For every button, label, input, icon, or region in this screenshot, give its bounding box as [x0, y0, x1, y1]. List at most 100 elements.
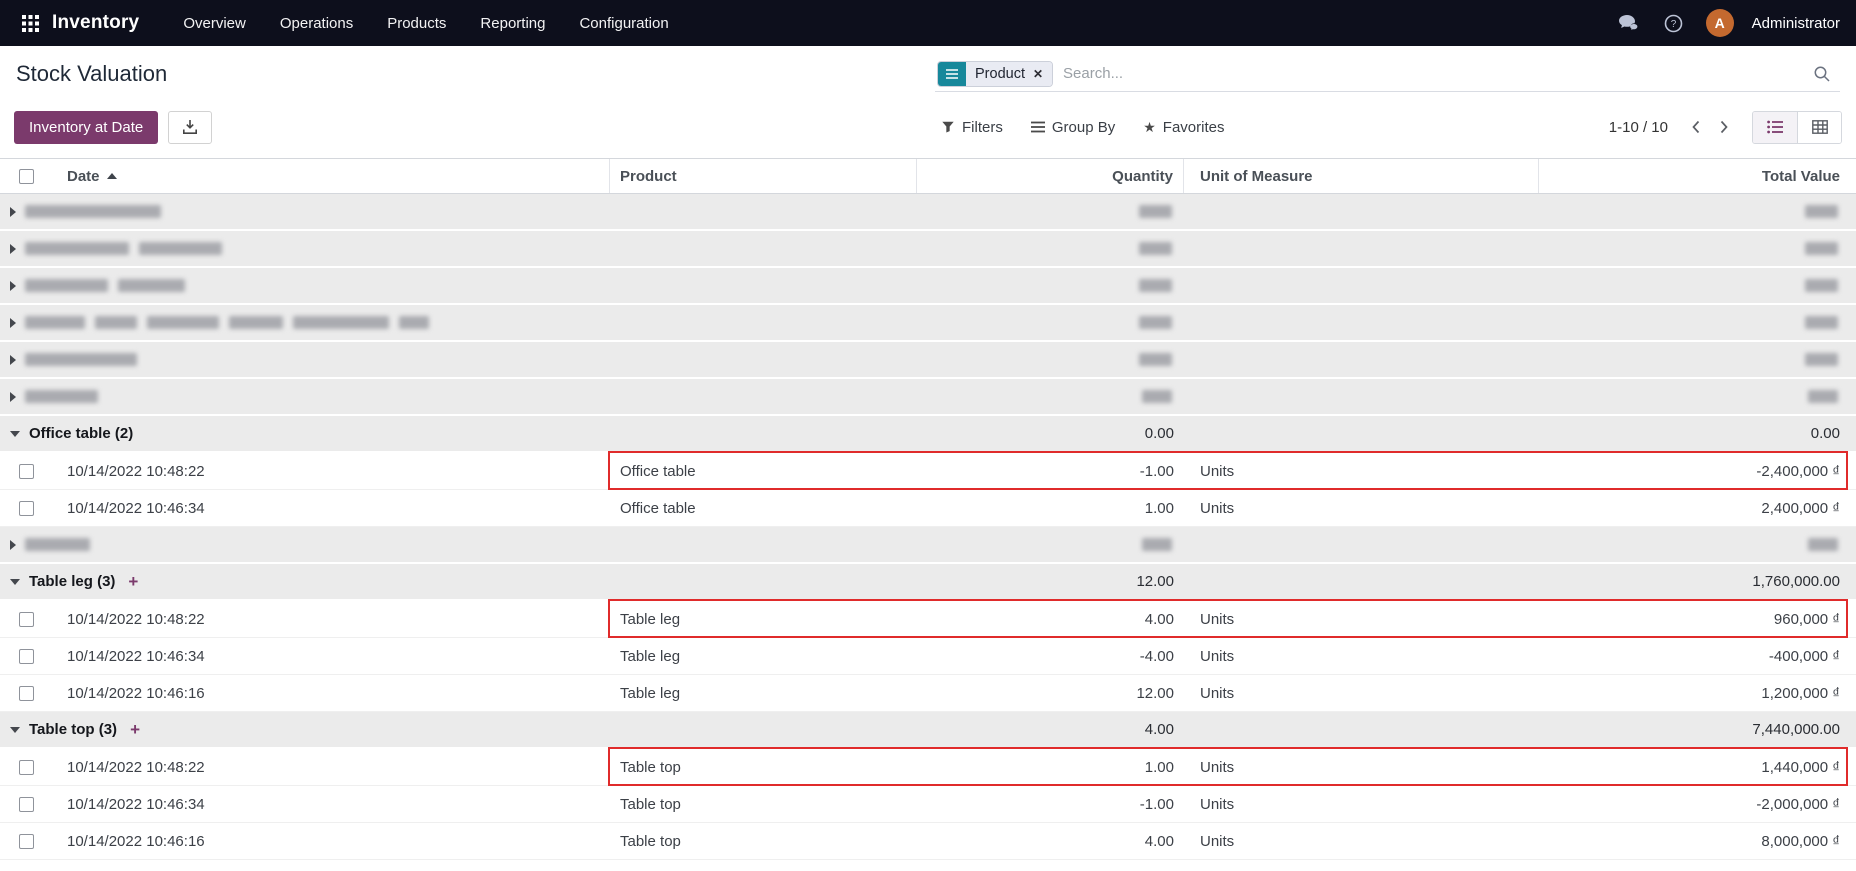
cell-total: -400,000 ₫ — [1539, 648, 1856, 665]
expand-caret-icon[interactable] — [10, 281, 16, 291]
favorites-label: Favorites — [1163, 119, 1225, 136]
row-checkbox-cell — [0, 649, 52, 664]
pager-previous-button[interactable] — [1682, 113, 1710, 141]
cell-quantity: -1.00 — [917, 463, 1184, 480]
add-record-button[interactable]: + — [128, 573, 138, 590]
redacted-group-row[interactable] — [0, 527, 1856, 564]
group-label: Office table (2) — [29, 425, 133, 442]
column-header-date[interactable]: Date — [52, 159, 610, 193]
favorites-button[interactable]: ★ Favorites — [1143, 119, 1224, 136]
cell-uom: Units — [1184, 611, 1539, 628]
menu-reporting[interactable]: Reporting — [480, 15, 545, 32]
expand-caret-icon[interactable] — [10, 318, 16, 328]
app-title[interactable]: Inventory — [52, 12, 139, 34]
cell-date: 10/14/2022 10:48:22 — [52, 611, 610, 628]
messages-button[interactable] — [1614, 9, 1642, 37]
table-row[interactable]: 10/14/2022 10:48:22 Office table -1.00 U… — [0, 453, 1856, 490]
filters-button[interactable]: Filters — [941, 119, 1003, 136]
redacted-quantity — [917, 279, 1184, 292]
user-name[interactable]: Administrator — [1752, 15, 1840, 32]
cell-total: 8,000,000 ₫ — [1539, 833, 1856, 850]
cell-date: 10/14/2022 10:46:34 — [52, 796, 610, 813]
table-row[interactable]: 10/14/2022 10:48:22 Table leg 4.00 Units… — [0, 601, 1856, 638]
expand-caret-icon[interactable] — [10, 392, 16, 402]
redacted-group-row[interactable] — [0, 231, 1856, 268]
menu-products[interactable]: Products — [387, 15, 446, 32]
redacted-group-row[interactable] — [0, 268, 1856, 305]
redacted-total — [1539, 538, 1856, 551]
search-input[interactable] — [1063, 65, 1800, 82]
redacted-quantity — [917, 242, 1184, 255]
expand-caret-icon[interactable] — [10, 355, 16, 365]
group-row[interactable]: Office table (2) 0.00 0.00 — [0, 416, 1856, 453]
control-bar: Inventory at Date Filters Group By ★ Fav… — [0, 102, 1856, 152]
row-checkbox-cell — [0, 834, 52, 849]
row-checkbox[interactable] — [19, 797, 34, 812]
cell-total: 1,200,000 ₫ — [1539, 685, 1856, 702]
row-checkbox[interactable] — [19, 464, 34, 479]
list-view-button[interactable] — [1753, 112, 1797, 143]
cell-uom: Units — [1184, 759, 1539, 776]
redacted-quantity — [917, 538, 1184, 551]
column-header-product[interactable]: Product — [610, 159, 917, 193]
table-row[interactable]: 10/14/2022 10:46:16 Table top 4.00 Units… — [0, 823, 1856, 860]
table-row[interactable]: 10/14/2022 10:46:16 Table leg 12.00 Unit… — [0, 675, 1856, 712]
group-by-label: Group By — [1052, 119, 1115, 136]
column-header-quantity[interactable]: Quantity — [917, 159, 1184, 193]
column-header-total[interactable]: Total Value — [1539, 159, 1856, 193]
redacted-group-row[interactable] — [0, 342, 1856, 379]
column-header-uom[interactable]: Unit of Measure — [1184, 159, 1539, 193]
group-quantity: 0.00 — [917, 425, 1184, 442]
redacted-label — [25, 353, 137, 366]
row-checkbox[interactable] — [19, 834, 34, 849]
export-button[interactable] — [168, 111, 212, 144]
help-button[interactable]: ? — [1660, 9, 1688, 37]
row-checkbox[interactable] — [19, 760, 34, 775]
cell-quantity: 1.00 — [917, 759, 1184, 776]
top-menu: Overview Operations Products Reporting C… — [183, 15, 668, 32]
apps-menu-button[interactable] — [16, 9, 44, 37]
row-checkbox[interactable] — [19, 649, 34, 664]
expand-caret-icon[interactable] — [10, 540, 16, 550]
chevron-left-icon — [1690, 119, 1702, 135]
search-bar[interactable]: Product ✕ — [935, 56, 1840, 92]
table-row[interactable]: 10/14/2022 10:46:34 Office table 1.00 Un… — [0, 490, 1856, 527]
table-row[interactable]: 10/14/2022 10:48:22 Table top 1.00 Units… — [0, 749, 1856, 786]
user-avatar[interactable]: A — [1706, 9, 1734, 37]
inventory-at-date-button[interactable]: Inventory at Date — [14, 111, 158, 144]
redacted-total — [1539, 316, 1856, 329]
add-record-button[interactable]: + — [130, 721, 140, 738]
select-all-checkbox[interactable] — [19, 169, 34, 184]
pager-next-button[interactable] — [1710, 113, 1738, 141]
pivot-view-button[interactable] — [1797, 112, 1841, 143]
row-checkbox-cell — [0, 501, 52, 516]
redacted-group-row[interactable] — [0, 194, 1856, 231]
menu-configuration[interactable]: Configuration — [579, 15, 668, 32]
cell-product: Table leg — [610, 685, 917, 702]
menu-overview[interactable]: Overview — [183, 15, 246, 32]
bars-icon — [1031, 121, 1045, 133]
row-checkbox[interactable] — [19, 612, 34, 627]
search-icon[interactable] — [1808, 60, 1836, 88]
collapse-caret-icon[interactable] — [10, 579, 20, 585]
redacted-group-row[interactable] — [0, 379, 1856, 416]
row-checkbox[interactable] — [19, 686, 34, 701]
row-checkbox[interactable] — [19, 501, 34, 516]
group-row[interactable]: Table top (3) + 4.00 7,440,000.00 — [0, 712, 1856, 749]
group-by-facet-icon — [938, 62, 966, 86]
expand-caret-icon[interactable] — [10, 207, 16, 217]
search-facet-product[interactable]: Product ✕ — [937, 61, 1053, 87]
menu-operations[interactable]: Operations — [280, 15, 353, 32]
redacted-group-row[interactable] — [0, 305, 1856, 342]
group-row[interactable]: Table leg (3) + 12.00 1,760,000.00 — [0, 564, 1856, 601]
table-row[interactable]: 10/14/2022 10:46:34 Table leg -4.00 Unit… — [0, 638, 1856, 675]
table-row[interactable]: 10/14/2022 10:46:34 Table top -1.00 Unit… — [0, 786, 1856, 823]
cell-total: -2,400,000 ₫ — [1539, 463, 1856, 480]
facet-remove-icon[interactable]: ✕ — [1031, 62, 1052, 86]
expand-caret-icon[interactable] — [10, 244, 16, 254]
collapse-caret-icon[interactable] — [10, 727, 20, 733]
collapse-caret-icon[interactable] — [10, 431, 20, 437]
cell-date: 10/14/2022 10:46:34 — [52, 500, 610, 517]
cell-date: 10/14/2022 10:46:16 — [52, 685, 610, 702]
group-by-button[interactable]: Group By — [1031, 119, 1115, 136]
